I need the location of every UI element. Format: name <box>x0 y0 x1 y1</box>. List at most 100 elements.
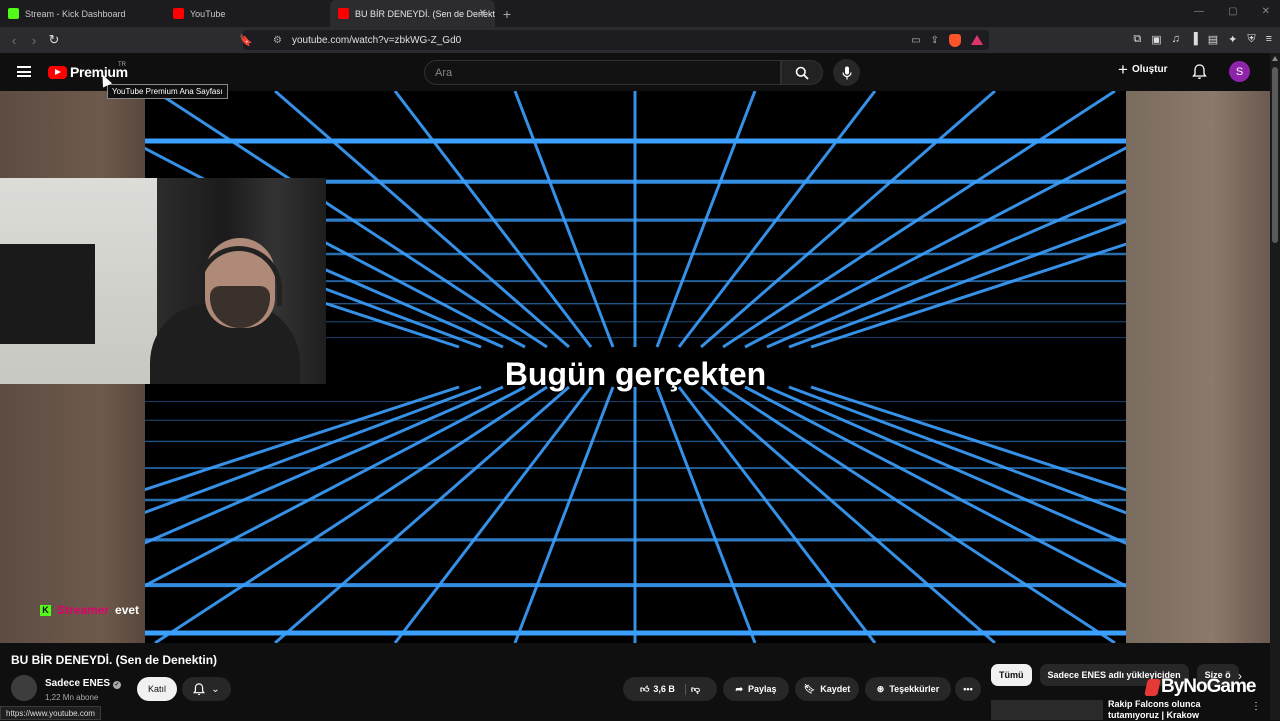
stream-chat-message: K Streamer evet <box>40 603 139 617</box>
url-text[interactable]: youtube.com/watch?v=zbkWG-Z_Gd0 <box>292 35 461 46</box>
vpn-shield-icon[interactable]: ⛨ <box>1247 33 1255 46</box>
youtube-favicon-icon <box>338 8 349 19</box>
plus-icon: + <box>1118 59 1128 79</box>
bookmark-icon[interactable]: 🔖 <box>239 34 253 47</box>
chat-username: Streamer <box>57 603 110 617</box>
subscription-bell-button[interactable]: ⌄ <box>182 677 231 701</box>
thumbs-up-icon: 👍︎ <box>639 683 650 694</box>
chat-message: evet <box>115 603 140 617</box>
bell-icon <box>1192 64 1207 79</box>
kick-badge-icon: K <box>40 604 51 616</box>
close-tab-icon[interactable]: ✕ <box>479 8 487 19</box>
leo-ai-icon[interactable]: ✦ <box>1228 33 1237 46</box>
more-vertical-icon[interactable]: ⋮ <box>1251 701 1261 712</box>
thanks-icon: ⊛ <box>876 683 885 694</box>
grid-line <box>655 386 757 643</box>
notifications-button[interactable] <box>1192 64 1207 85</box>
scrollbar-thumb[interactable] <box>1272 67 1278 243</box>
dislike-button[interactable]: 👎︎ <box>691 684 700 695</box>
create-button[interactable]: + Oluştur <box>1118 59 1168 79</box>
share-page-icon[interactable]: ⇪ <box>931 35 939 46</box>
minimize-icon[interactable]: — <box>1194 6 1204 17</box>
wallet-icon[interactable]: ▤ <box>1208 33 1218 46</box>
chip-all[interactable]: Tümü <box>991 664 1032 686</box>
share-button[interactable]: ➦ Paylaş <box>723 677 789 701</box>
grid-line <box>513 386 615 643</box>
more-horizontal-icon: ••• <box>963 684 973 694</box>
extension-icons: ⧉ ▣ ♫ ▐ ▤ ✦ ⛨ ≡ <box>1133 33 1272 46</box>
bynogame-logo-icon <box>1144 678 1161 696</box>
search-input[interactable]: Ara <box>424 60 781 85</box>
tab-label: BU BİR DENEYDİ. (Sen de Denekt <box>355 8 495 19</box>
save-button[interactable]: 🔖︎ Kaydet <box>795 677 859 701</box>
site-settings-icon[interactable]: ⚙ <box>273 35 282 46</box>
search-icon <box>795 66 809 80</box>
watermark-text: ByNoGame <box>1161 676 1256 697</box>
brave-shields-icon[interactable] <box>949 33 961 47</box>
tab-kick-dashboard[interactable]: Stream - Kick Dashboard <box>0 0 165 27</box>
share-icon: ➦ <box>735 683 743 694</box>
grid-line <box>677 386 877 643</box>
cast-icon[interactable]: ▭ <box>911 35 920 46</box>
browser-menu-icon[interactable]: ≡ <box>1266 33 1272 46</box>
thumbs-down-icon: 👎︎ <box>690 683 701 694</box>
brave-rewards-icon[interactable] <box>971 35 983 45</box>
search-button[interactable] <box>781 60 823 85</box>
new-tab-button[interactable]: + <box>495 0 519 27</box>
omnibox-actions: ▭ ⇪ <box>911 33 983 47</box>
screenshot-icon[interactable]: ▣ <box>1151 33 1161 46</box>
grid-line <box>274 385 570 643</box>
chevron-down-icon: ⌄ <box>211 683 220 695</box>
save-label: Kaydet <box>820 684 851 694</box>
youtube-header: Premium TR YouTube Premium Ana Sayfası A… <box>0 53 1280 99</box>
video-details: BU BİR DENEYDİ. (Sen de Denektin) Sadece… <box>0 643 1270 720</box>
search-placeholder: Ara <box>435 66 453 79</box>
subscriber-count: 1,22 Mn abone <box>45 693 99 702</box>
ambient-right <box>1126 91 1270 643</box>
join-button[interactable]: Katıl <box>137 677 177 701</box>
address-bar[interactable]: 🔖 ⚙ youtube.com/watch?v=zbkWG-Z_Gd0 ▭ ⇪ <box>239 30 989 50</box>
grid-line <box>722 385 1116 643</box>
account-avatar[interactable]: S <box>1229 61 1250 82</box>
recommendation-title[interactable]: Rakip Falcons olunca tutamıyoruz | Krako… <box>1108 699 1208 721</box>
status-bar-url: https://www.youtube.com <box>0 706 101 720</box>
reload-icon[interactable]: ↻ <box>44 32 64 48</box>
video-title: BU BİR DENEYDİ. (Sen de Denektin) <box>11 653 218 667</box>
youtube-premium-logo[interactable]: Premium <box>48 64 128 80</box>
grid-line <box>393 386 593 643</box>
grid-line <box>145 385 482 514</box>
share-label: Paylaş <box>748 684 777 694</box>
recommendation-thumbnail[interactable] <box>991 700 1103 720</box>
forward-icon[interactable]: › <box>24 33 44 48</box>
tab-youtube[interactable]: YouTube <box>165 0 330 27</box>
thanks-button[interactable]: ⊛ Teşekkürler <box>865 677 951 701</box>
close-window-icon[interactable]: ✕ <box>1262 6 1270 17</box>
grid-line <box>154 385 548 643</box>
channel-name-row[interactable]: Sadece ENES ✓ <box>45 678 122 689</box>
verified-icon: ✓ <box>113 681 122 689</box>
page-scrollbar[interactable] <box>1270 53 1280 720</box>
back-icon[interactable]: ‹ <box>4 33 24 48</box>
sidebar-icon[interactable]: ▐ <box>1190 33 1198 46</box>
video-player[interactable]: Bugün gerçekten K Streamer evet <box>0 91 1270 643</box>
scroll-up-icon[interactable] <box>1272 56 1278 61</box>
create-label: Oluştur <box>1131 64 1168 75</box>
voice-search-button[interactable] <box>833 59 860 86</box>
browser-tab-strip: Stream - Kick Dashboard YouTube BU BİR D… <box>0 0 1280 27</box>
channel-avatar[interactable] <box>11 675 37 701</box>
more-actions-button[interactable]: ••• <box>955 677 981 701</box>
thanks-label: Teşekkürler <box>889 684 940 694</box>
browser-toolbar: ‹ › ↻ 🔖 ⚙ youtube.com/watch?v=zbkWG-Z_Gd… <box>0 27 1280 53</box>
extensions-puzzle-icon[interactable]: ⧉ <box>1133 33 1141 46</box>
like-button[interactable]: 👍︎ 3,6 B <box>639 683 686 695</box>
grid-line <box>788 385 1126 515</box>
tab-label: YouTube <box>190 8 226 19</box>
logo-tooltip: YouTube Premium Ana Sayfası <box>107 84 228 99</box>
media-icon[interactable]: ♫ <box>1172 33 1180 46</box>
like-dislike-group: 👍︎ 3,6 B 👎︎ <box>623 677 717 701</box>
grid-line <box>145 385 526 588</box>
channel-name[interactable]: Sadece ENES <box>45 678 110 689</box>
maximize-icon[interactable]: ▢ <box>1228 6 1237 17</box>
guide-menu-icon[interactable] <box>17 66 31 77</box>
tab-current-video[interactable]: BU BİR DENEYDİ. (Sen de Denekt ✕ <box>330 0 495 27</box>
